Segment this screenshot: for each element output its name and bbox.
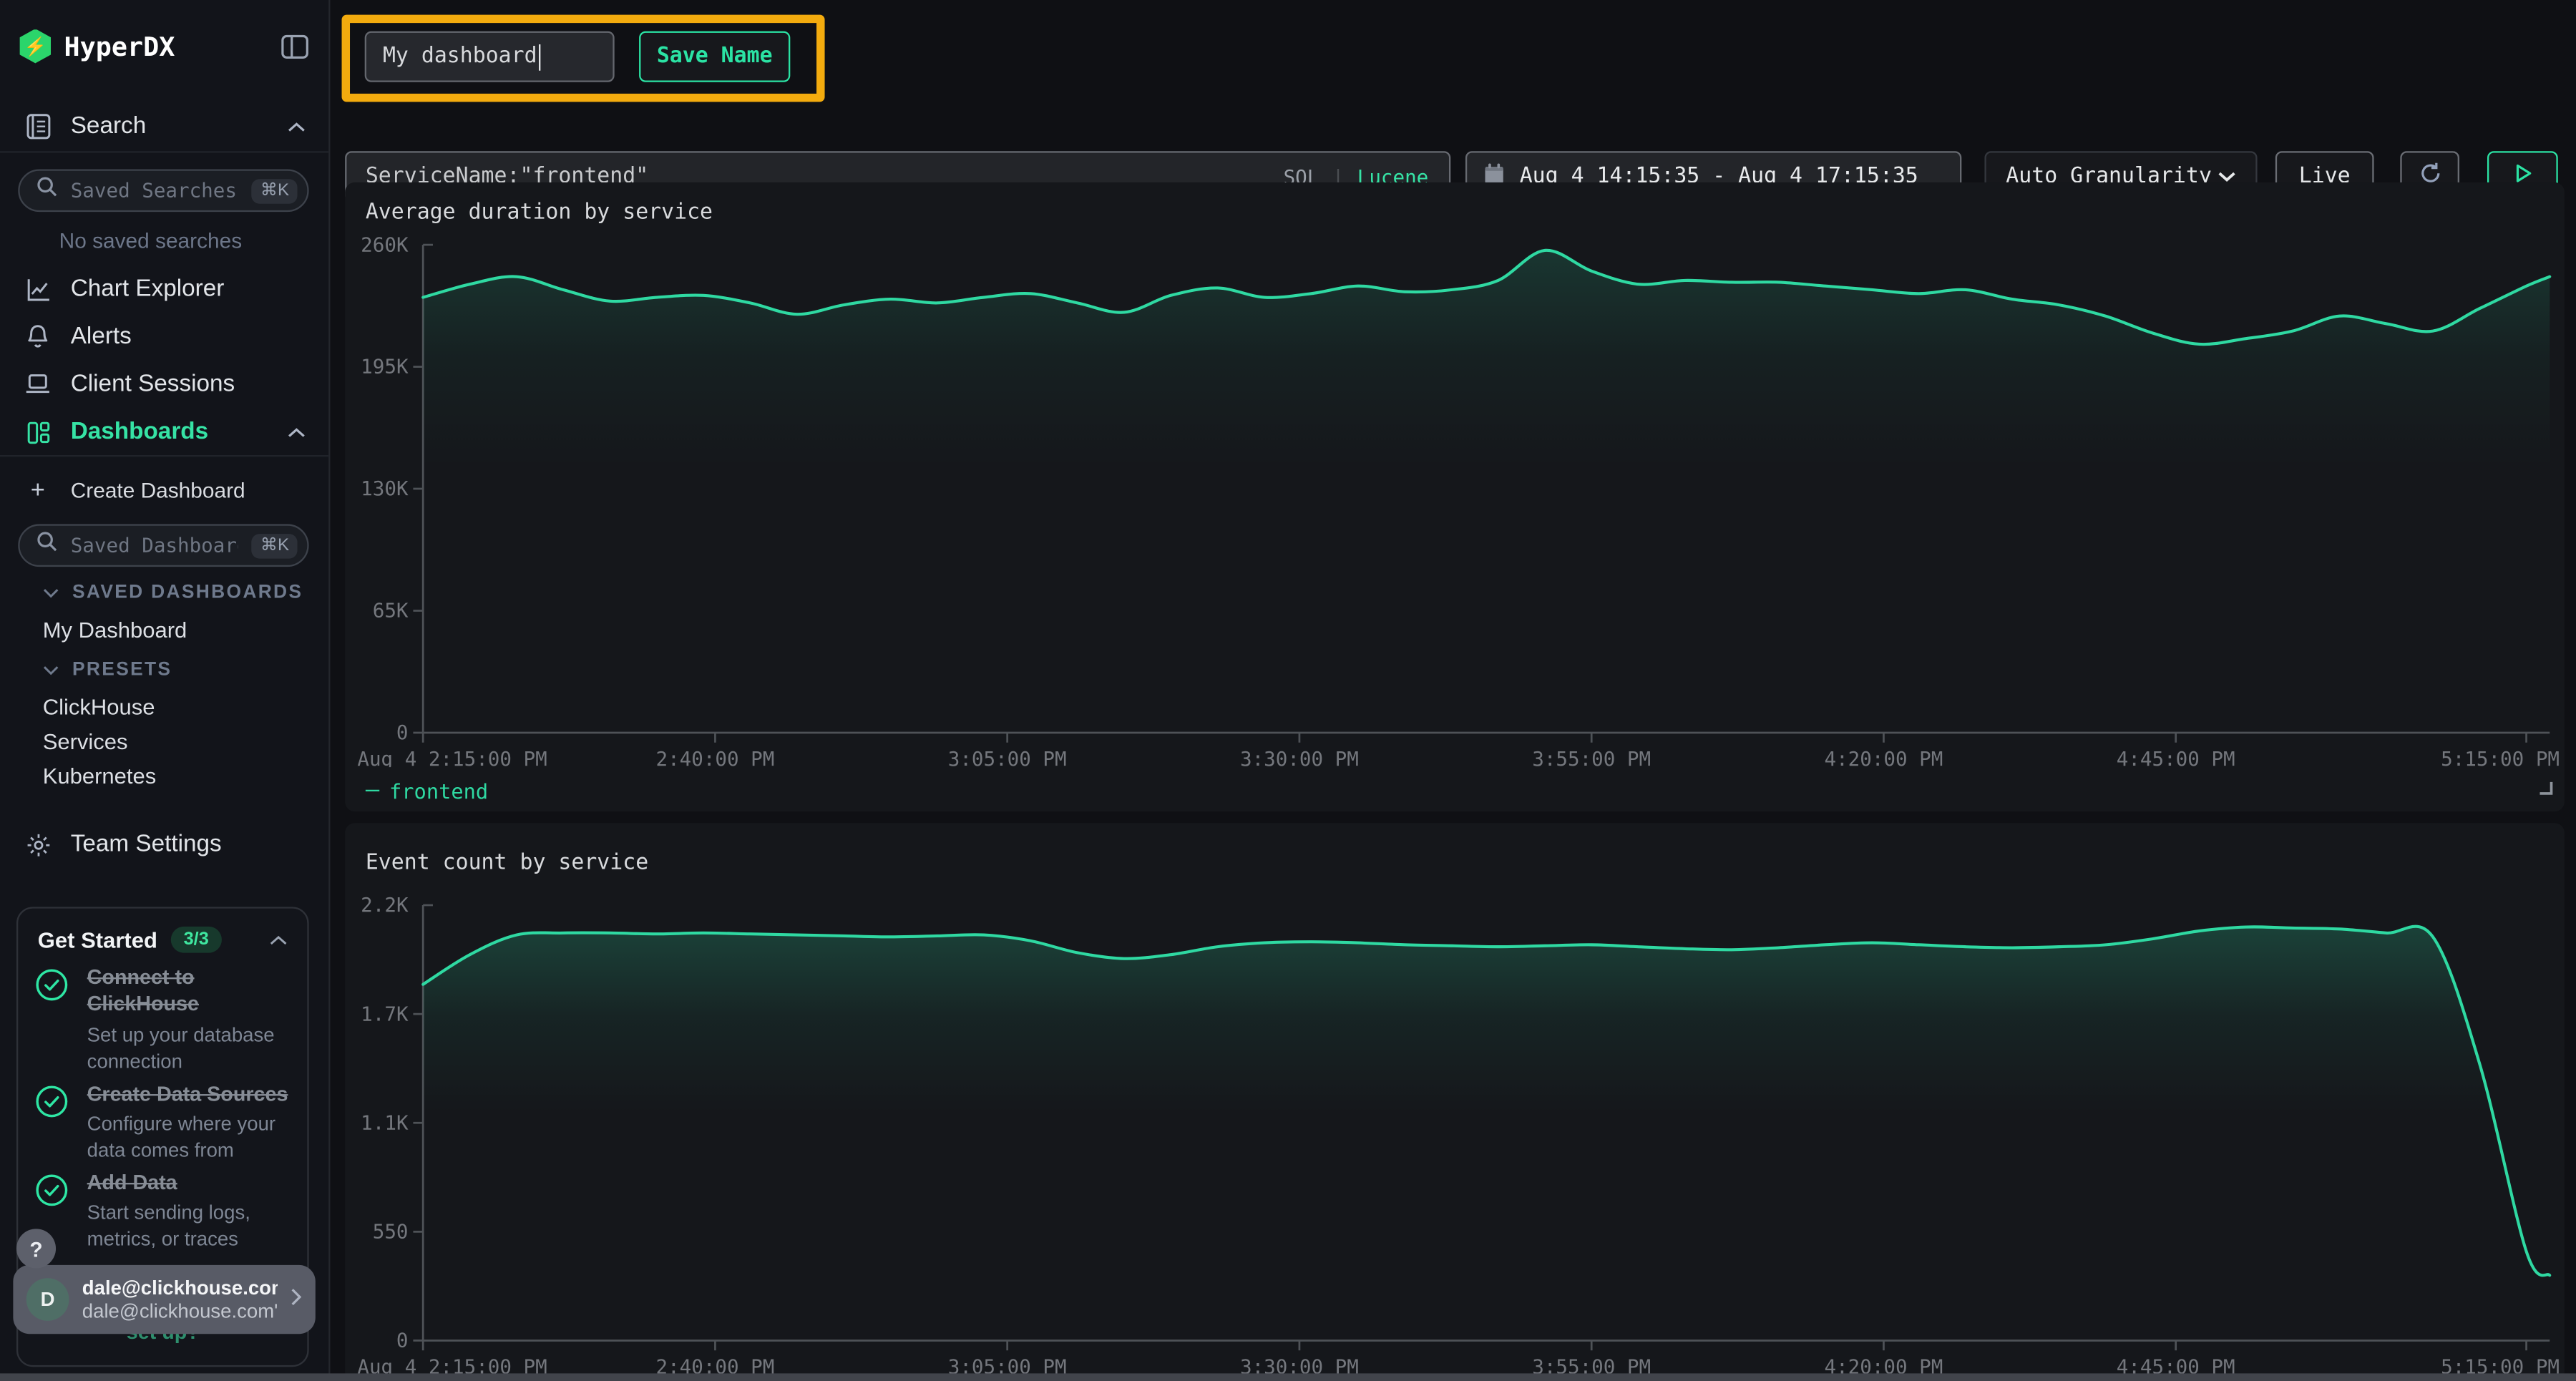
user-menu[interactable]: D dale@clickhouse.com dale@clickhouse.co… xyxy=(13,1265,315,1334)
saved-searches-input[interactable] xyxy=(67,177,242,204)
section-saved-dashboards[interactable]: SAVED DASHBOARDS xyxy=(43,583,306,603)
sidebar: ⚡ HyperDX Search ⌘K No saved searches xyxy=(0,0,330,1381)
svg-text:1.1K: 1.1K xyxy=(360,1111,408,1134)
checklist-item-desc: Start sending logs, metrics, or traces xyxy=(87,1200,294,1253)
checklist-item-title: Add Data xyxy=(87,1170,294,1196)
search-icon xyxy=(36,176,58,205)
chevron-right-icon xyxy=(291,1284,302,1314)
sidebar-item-search[interactable]: Search xyxy=(0,104,328,150)
preset-item-services[interactable]: Services xyxy=(43,729,128,753)
search-icon xyxy=(36,531,58,560)
bell-icon xyxy=(23,323,52,350)
preset-item-clickhouse[interactable]: ClickHouse xyxy=(43,695,155,719)
sidebar-item-label: Search xyxy=(71,113,147,140)
dashboards-icon xyxy=(23,420,52,444)
sidebar-item-dashboards[interactable]: Dashboards xyxy=(0,409,328,455)
svg-text:0: 0 xyxy=(396,721,408,744)
chevron-up-icon xyxy=(288,113,306,140)
sidebar-item-chart-explorer[interactable]: Chart Explorer xyxy=(0,266,328,312)
main-content: My dashboard Save Name ServiceName:"fron… xyxy=(330,0,2575,1381)
svg-text:4:45:00 PM: 4:45:00 PM xyxy=(2116,748,2235,767)
progress-badge: 3/3 xyxy=(170,927,222,953)
panel-resize-handle[interactable] xyxy=(2537,774,2552,803)
chevron-up-icon[interactable] xyxy=(270,925,288,955)
svg-text:3:55:00 PM: 3:55:00 PM xyxy=(1531,748,1650,767)
checklist-item[interactable]: Create Data Sources Configure where your… xyxy=(34,1081,294,1164)
bottom-edge-strip xyxy=(0,1373,2576,1381)
sidebar-item-team-settings[interactable]: Team Settings xyxy=(0,821,328,867)
svg-text:130K: 130K xyxy=(360,477,408,500)
no-saved-searches-text: No saved searches xyxy=(59,228,242,253)
chart-panel-event-count: Event count by service 05501.1K1.7K2.2KA… xyxy=(344,823,2564,1381)
svg-text:3:05:00 PM: 3:05:00 PM xyxy=(947,748,1066,767)
shortcut-badge: ⌘K xyxy=(252,178,297,202)
user-email: dale@clickhouse.com xyxy=(82,1277,278,1299)
checklist-item[interactable]: Connect to ClickHouse Set up your databa… xyxy=(34,965,294,1075)
create-dashboard-label: Create Dashboard xyxy=(71,477,245,502)
sidebar-item-label: Dashboards xyxy=(71,419,208,445)
hyperdx-logo-icon: ⚡ xyxy=(20,29,52,63)
svg-text:550: 550 xyxy=(372,1221,408,1244)
saved-dashboard-item[interactable]: My Dashboard xyxy=(43,618,187,642)
chart-icon xyxy=(23,277,52,301)
journal-icon xyxy=(23,113,52,140)
svg-text:4:20:00 PM: 4:20:00 PM xyxy=(1823,748,1942,767)
svg-text:0: 0 xyxy=(396,1329,408,1352)
sidebar-item-label: Client Sessions xyxy=(71,371,235,398)
chart-panel-avg-duration: Average duration by service 065K130K195K… xyxy=(344,182,2564,811)
saved-dashboards-input[interactable] xyxy=(67,532,242,559)
chevron-up-icon xyxy=(288,419,306,445)
laptop-icon xyxy=(23,373,52,396)
section-presets[interactable]: PRESETS xyxy=(43,660,306,680)
checklist-item-title: Create Data Sources xyxy=(87,1081,294,1108)
sidebar-item-label: Alerts xyxy=(71,323,132,350)
app-window: ⚡ HyperDX Search ⌘K No saved searches xyxy=(0,0,2576,1381)
svg-text:1.7K: 1.7K xyxy=(360,1002,408,1025)
gear-icon xyxy=(23,832,52,857)
svg-text:3:30:00 PM: 3:30:00 PM xyxy=(1239,748,1358,767)
plus-icon: + xyxy=(23,476,52,504)
legend-label: frontend xyxy=(389,778,488,802)
dashboard-name-input[interactable]: My dashboard xyxy=(365,31,615,82)
svg-text:2.2K: 2.2K xyxy=(360,894,408,917)
shortcut-badge: ⌘K xyxy=(252,533,297,557)
check-circle-icon xyxy=(34,965,71,1075)
sidebar-item-client-sessions[interactable]: Client Sessions xyxy=(0,361,328,407)
chevron-down-icon xyxy=(43,665,59,675)
dashboard-name-value: My dashboard xyxy=(383,44,537,69)
checklist-item-desc: Set up your database connection xyxy=(87,1021,294,1074)
avatar: D xyxy=(26,1278,69,1321)
legend-swatch: — xyxy=(366,777,379,804)
checklist-item-desc: Configure where your data comes from xyxy=(87,1111,294,1164)
sidebar-item-label: Team Settings xyxy=(71,831,222,858)
saved-searches-search[interactable]: ⌘K xyxy=(18,169,308,212)
saved-dashboards-search[interactable]: ⌘K xyxy=(18,524,308,567)
preset-item-kubernetes[interactable]: Kubernetes xyxy=(43,764,157,789)
svg-text:2:40:00 PM: 2:40:00 PM xyxy=(655,748,774,767)
checklist-item-title: Connect to ClickHouse xyxy=(87,965,294,1018)
check-circle-icon xyxy=(34,1081,71,1164)
get-started-title: Get Started xyxy=(38,927,157,952)
chart-legend[interactable]: — frontend xyxy=(366,777,488,804)
svg-text:5:15:00 PM: 5:15:00 PM xyxy=(2440,748,2559,767)
save-name-button[interactable]: Save Name xyxy=(639,31,790,82)
svg-text:195K: 195K xyxy=(360,356,408,379)
text-caret xyxy=(539,44,541,70)
sidebar-collapse-icon[interactable] xyxy=(281,34,309,58)
chevron-down-icon xyxy=(43,588,59,598)
create-dashboard-button[interactable]: + Create Dashboard xyxy=(0,467,328,512)
svg-text:260K: 260K xyxy=(360,233,408,256)
help-button[interactable]: ? xyxy=(16,1229,56,1268)
user-subtitle: dale@clickhouse.com's xyxy=(82,1299,278,1322)
sidebar-item-alerts[interactable]: Alerts xyxy=(0,314,328,360)
svg-text:Aug 4 2:15:00 PM: Aug 4 2:15:00 PM xyxy=(356,748,546,767)
line-chart-event-count[interactable]: 05501.1K1.7K2.2KAug 4 2:15:00 PM2:40:00 … xyxy=(344,823,2564,1381)
app-title: HyperDX xyxy=(64,30,268,62)
svg-text:65K: 65K xyxy=(372,600,408,623)
sidebar-item-label: Chart Explorer xyxy=(71,276,225,303)
checklist-item[interactable]: Add Data Start sending logs, metrics, or… xyxy=(34,1170,294,1253)
line-chart-avg-duration[interactable]: 0 65K 130K 195K 260K Aug 4 2:15:00 PM 2:40:00 … xyxy=(344,182,2564,767)
